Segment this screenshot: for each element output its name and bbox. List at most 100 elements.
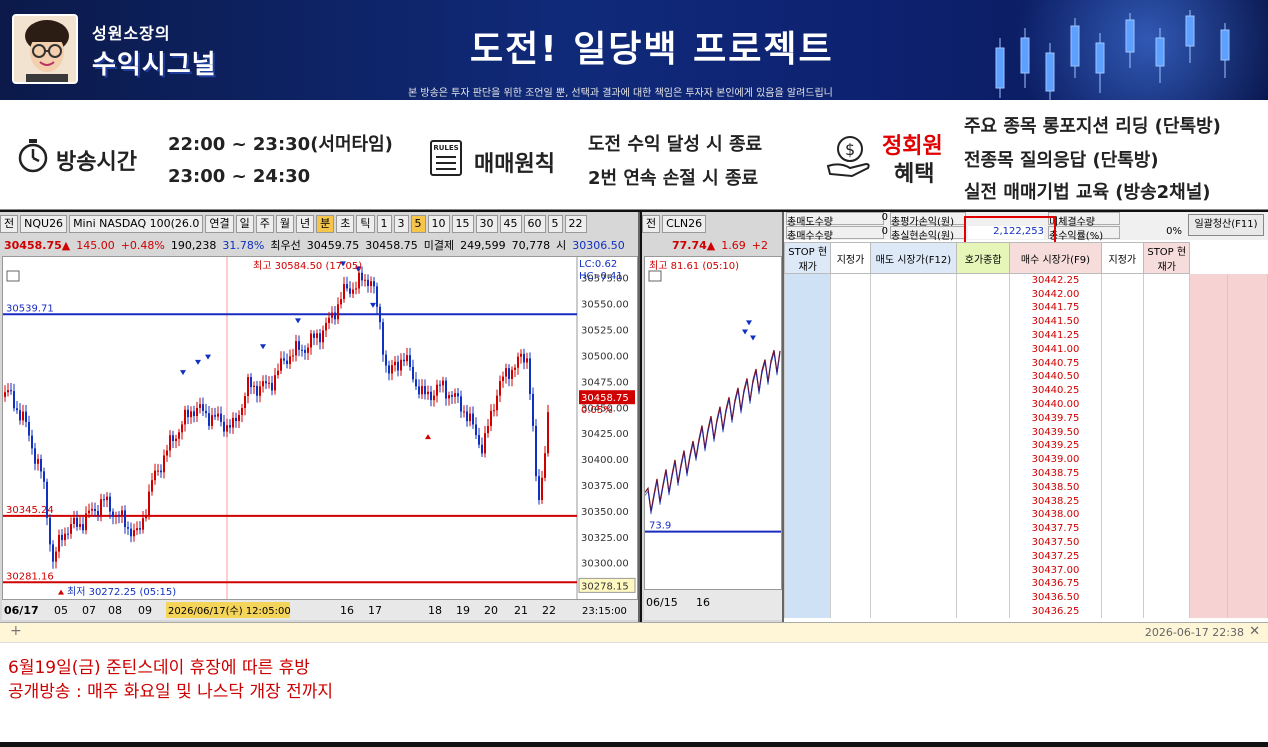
nq-toolbar-item[interactable]: 30 bbox=[475, 215, 498, 233]
orderbook-cell[interactable] bbox=[956, 494, 1011, 509]
nq-toolbar-item[interactable]: 틱 bbox=[356, 215, 375, 233]
orderbook-cell[interactable] bbox=[869, 273, 958, 288]
orderbook-cell[interactable] bbox=[956, 273, 1011, 288]
orderbook-cell[interactable] bbox=[1143, 563, 1191, 578]
orderbook-cell[interactable] bbox=[869, 383, 958, 398]
orderbook-header[interactable]: 호가종합 bbox=[956, 242, 1011, 274]
orderbook-cell[interactable] bbox=[1143, 604, 1191, 619]
orderbook-cell[interactable] bbox=[1226, 508, 1268, 522]
orderbook-row[interactable]: 30436.25 bbox=[784, 604, 1268, 619]
orderbook-cell[interactable] bbox=[1143, 439, 1191, 453]
orderbook-cell[interactable] bbox=[1143, 590, 1191, 605]
orderbook-cell[interactable] bbox=[1143, 494, 1191, 509]
orderbook-cell[interactable] bbox=[830, 590, 871, 605]
orderbook-cell[interactable] bbox=[1143, 342, 1191, 357]
orderbook-cell[interactable] bbox=[830, 549, 871, 564]
orderbook-cell[interactable] bbox=[784, 563, 832, 578]
orderbook-cell[interactable] bbox=[1189, 508, 1228, 522]
orderbook-cell[interactable] bbox=[869, 535, 958, 550]
orderbook-cell[interactable] bbox=[1189, 535, 1228, 550]
orderbook-cell[interactable] bbox=[1226, 521, 1268, 536]
nq-toolbar-item[interactable]: 15 bbox=[451, 215, 474, 233]
orderbook-cell[interactable] bbox=[1226, 370, 1268, 384]
orderbook-price[interactable]: 30439.50 bbox=[1009, 425, 1102, 440]
orderbook-cell[interactable] bbox=[869, 301, 958, 315]
orderbook-cell[interactable] bbox=[1189, 370, 1228, 384]
orderbook-row[interactable]: 30438.75 bbox=[784, 466, 1268, 481]
nq-toolbar-item[interactable]: 전 bbox=[0, 215, 19, 233]
nq-toolbar-item[interactable]: 3 bbox=[393, 215, 409, 233]
orderbook-header[interactable]: STOP 현재가 bbox=[784, 242, 832, 274]
orderbook-cell[interactable] bbox=[1189, 301, 1228, 315]
orderbook-cell[interactable] bbox=[830, 314, 871, 329]
orderbook-cell[interactable] bbox=[1226, 397, 1268, 412]
orderbook-cell[interactable] bbox=[1143, 480, 1191, 495]
orderbook-cell[interactable] bbox=[1143, 383, 1191, 398]
nq-toolbar-item[interactable]: Mini NASDAQ 100(26.0 bbox=[69, 215, 204, 233]
orderbook-cell[interactable] bbox=[1226, 342, 1268, 357]
cl-toolbar-item[interactable]: CLN26 bbox=[662, 215, 707, 233]
orderbook-cell[interactable] bbox=[1226, 494, 1268, 509]
orderbook-cell[interactable] bbox=[956, 439, 1011, 453]
orderbook-cell[interactable] bbox=[869, 314, 958, 329]
orderbook-cell[interactable] bbox=[869, 411, 958, 426]
orderbook-cell[interactable] bbox=[830, 287, 871, 302]
orderbook-cell[interactable] bbox=[1189, 452, 1228, 467]
nq-toolbar-item[interactable]: 10 bbox=[427, 215, 450, 233]
orderbook-cell[interactable] bbox=[956, 342, 1011, 357]
orderbook-cell[interactable] bbox=[784, 466, 832, 481]
orderbook-cell[interactable] bbox=[784, 397, 832, 412]
orderbook-cell[interactable] bbox=[956, 563, 1011, 578]
orderbook-row[interactable]: 30441.50 bbox=[784, 314, 1268, 329]
orderbook-cell[interactable] bbox=[830, 563, 871, 578]
close-icon[interactable]: ✕ bbox=[1249, 624, 1260, 639]
orderbook-cell[interactable] bbox=[830, 480, 871, 495]
orderbook-row[interactable]: 30441.00 bbox=[784, 342, 1268, 357]
orderbook-cell[interactable] bbox=[869, 328, 958, 343]
orderbook-cell[interactable] bbox=[1143, 397, 1191, 412]
orderbook-cell[interactable] bbox=[1226, 577, 1268, 591]
orderbook-cell[interactable] bbox=[1226, 411, 1268, 426]
orderbook-cell[interactable] bbox=[1143, 521, 1191, 536]
orderbook-cell[interactable] bbox=[830, 521, 871, 536]
orderbook-cell[interactable] bbox=[1189, 397, 1228, 412]
orderbook-price[interactable]: 30436.75 bbox=[1009, 577, 1102, 591]
orderbook-cell[interactable] bbox=[1189, 273, 1228, 288]
orderbook-cell[interactable] bbox=[830, 439, 871, 453]
orderbook-cell[interactable] bbox=[784, 494, 832, 509]
orderbook-cell[interactable] bbox=[1100, 535, 1145, 550]
orderbook-cell[interactable] bbox=[1143, 314, 1191, 329]
orderbook-price[interactable]: 30437.00 bbox=[1009, 563, 1102, 578]
orderbook-cell[interactable] bbox=[1189, 356, 1228, 371]
nq-toolbar-item[interactable]: 60 bbox=[523, 215, 546, 233]
orderbook-cell[interactable] bbox=[1189, 604, 1228, 619]
orderbook-header[interactable]: 매도 시장가(F12) bbox=[869, 242, 958, 274]
orderbook-cell[interactable] bbox=[1143, 411, 1191, 426]
orderbook-cell[interactable] bbox=[1226, 549, 1268, 564]
orderbook-cell[interactable] bbox=[784, 342, 832, 357]
orderbook-cell[interactable] bbox=[1189, 439, 1228, 453]
orderbook-cell[interactable] bbox=[869, 425, 958, 440]
orderbook-cell[interactable] bbox=[1226, 452, 1268, 467]
orderbook-cell[interactable] bbox=[1143, 508, 1191, 522]
orderbook-price[interactable]: 30437.50 bbox=[1009, 535, 1102, 550]
orderbook-cell[interactable] bbox=[1143, 549, 1191, 564]
nq-toolbar-item[interactable]: 초 bbox=[336, 215, 355, 233]
orderbook-cell[interactable] bbox=[1100, 452, 1145, 467]
orderbook-cell[interactable] bbox=[784, 314, 832, 329]
orderbook-price[interactable]: 30442.00 bbox=[1009, 287, 1102, 302]
orderbook-cell[interactable] bbox=[784, 370, 832, 384]
orderbook-cell[interactable] bbox=[784, 521, 832, 536]
orderbook-cell[interactable] bbox=[784, 287, 832, 302]
orderbook-price[interactable]: 30439.00 bbox=[1009, 452, 1102, 467]
orderbook-price[interactable]: 30436.25 bbox=[1009, 604, 1102, 619]
orderbook-price[interactable]: 30440.75 bbox=[1009, 356, 1102, 371]
orderbook-cell[interactable] bbox=[1100, 590, 1145, 605]
orderbook-cell[interactable] bbox=[1189, 314, 1228, 329]
orderbook-cell[interactable] bbox=[1100, 328, 1145, 343]
orderbook-cell[interactable] bbox=[784, 549, 832, 564]
orderbook-row[interactable]: 30440.75 bbox=[784, 356, 1268, 371]
orderbook-cell[interactable] bbox=[1189, 577, 1228, 591]
nq-toolbar-item[interactable]: 월 bbox=[275, 215, 295, 233]
orderbook-header[interactable]: 지정가 bbox=[830, 242, 871, 274]
